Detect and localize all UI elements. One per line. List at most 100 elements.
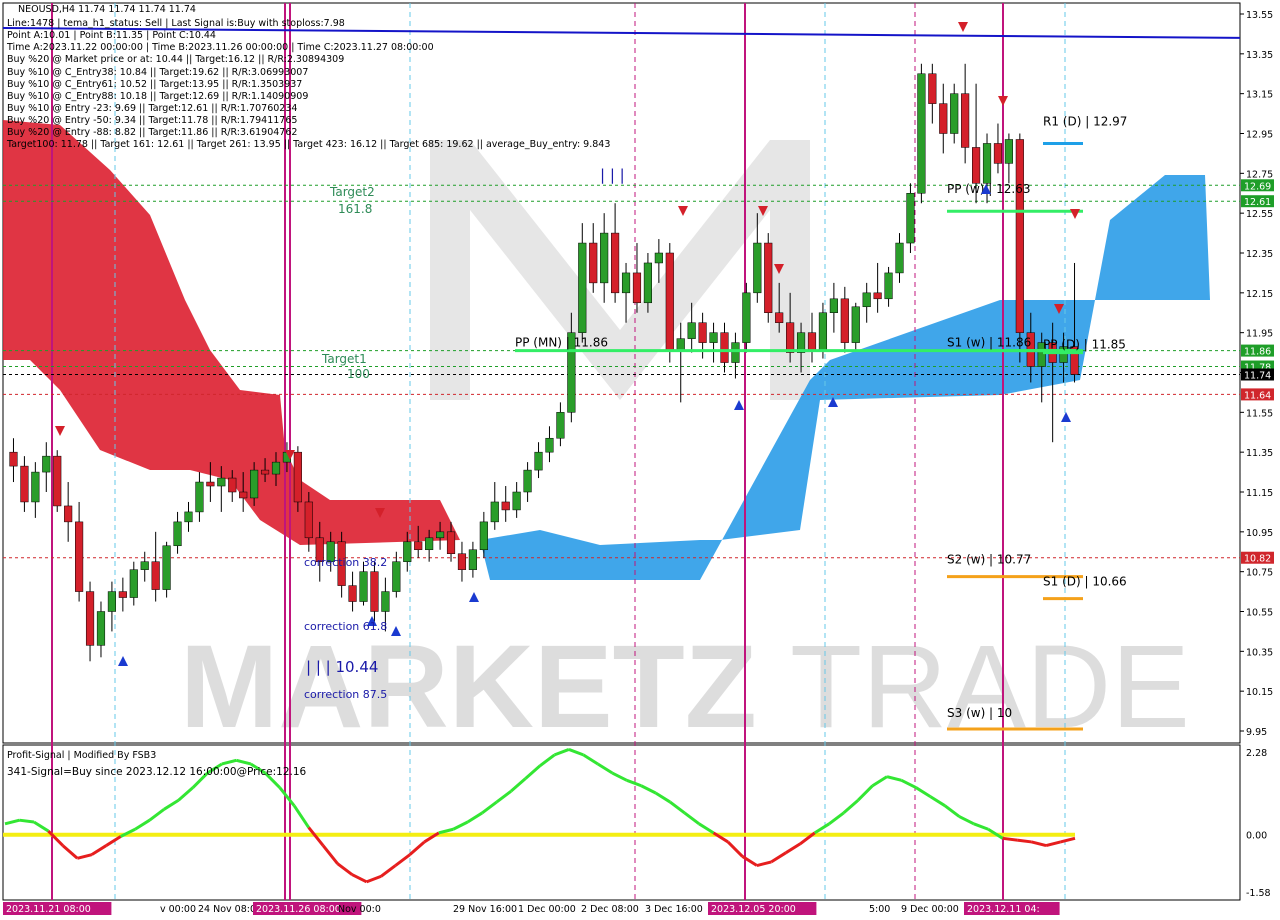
y-tick-label-13: 10.95 — [1246, 528, 1273, 539]
candle-83 — [917, 63, 926, 204]
y-tick-label-12: 11.15 — [1246, 488, 1273, 499]
candle-body — [96, 611, 106, 646]
indicator-tick-0: 2.28 — [1246, 748, 1267, 759]
candle-body — [611, 232, 620, 294]
y-tick-label-16: 10.35 — [1246, 647, 1273, 658]
annotation-target1: Target1 — [321, 352, 367, 366]
y-tick-label-5: 12.55 — [1246, 209, 1273, 220]
x-label-0: 2023.11.21 08:00 — [6, 904, 91, 915]
x-label-9: 2023.12.05 20:00 — [711, 904, 796, 915]
candle-body — [807, 332, 817, 351]
candle-body — [753, 242, 762, 294]
price-tag-label-2: 11.86 — [1244, 347, 1271, 358]
level-label-5: S2 (w) | 10.77 — [947, 553, 1031, 567]
candle-body — [589, 242, 598, 284]
x-label-10: 5:00 — [869, 904, 890, 915]
candle-body — [162, 545, 171, 590]
info-line-10: Buy %20 @ Entry -88: 8.82 || Target:11.8… — [7, 127, 297, 138]
candle-body — [468, 549, 477, 570]
candle-60 — [665, 243, 674, 363]
candle-body — [972, 147, 981, 184]
watermark-right: TRADE — [790, 621, 1190, 753]
y-tick-label-11: 11.35 — [1246, 448, 1273, 459]
y-tick-label-17: 10.15 — [1246, 687, 1273, 698]
indicator-subtitle: 341-Signal=Buy since 2023.12.12 16:00:00… — [7, 766, 307, 778]
candle-69 — [764, 233, 773, 323]
level-label-1: PP (w) | 12.63 — [947, 182, 1031, 196]
candle-body — [140, 561, 149, 570]
indicator-tick-1: 0.00 — [1246, 831, 1267, 842]
y-tick-label-4: 12.75 — [1246, 169, 1273, 180]
x-label-12: 2023.12.11 04: — [967, 904, 1040, 915]
candle-body — [950, 93, 959, 134]
candle-body — [228, 477, 237, 493]
candle-body — [206, 481, 215, 487]
candle-26 — [293, 446, 302, 512]
candle-body — [840, 298, 849, 343]
candle-body — [490, 501, 499, 523]
candle-body — [993, 143, 1003, 164]
y-tick-label-6: 12.35 — [1246, 249, 1273, 260]
candle-body — [786, 322, 795, 353]
info-line-9: Buy %20 @ Entry -50: 9.34 || Target:11.7… — [7, 115, 297, 126]
candle-14 — [162, 541, 171, 598]
candle-4 — [53, 450, 62, 512]
candle-body — [195, 481, 204, 513]
annotation-target2-value: 161.8 — [338, 202, 372, 216]
candle-body — [53, 455, 62, 507]
y-tick-label-7: 12.15 — [1246, 289, 1273, 300]
annotation-target2: Target2 — [329, 185, 375, 199]
candle-body — [512, 491, 521, 511]
info-line-8: Buy %10 @ Entry -23: 9.69 || Target:12.6… — [7, 103, 297, 114]
info-line-3: Time A:2023.11.22 00:00:00 | Time B:2023… — [6, 42, 434, 53]
candle-body — [118, 591, 127, 598]
annotation-correction-61: correction 61.8 — [304, 620, 387, 633]
candle-body — [731, 342, 740, 363]
candle-body — [64, 505, 73, 523]
annotation-bars-top: | | | — [600, 166, 625, 184]
candle-body — [446, 531, 456, 554]
candle-body — [271, 461, 281, 475]
candle-body — [687, 322, 696, 339]
candle-body — [392, 561, 401, 592]
candle-body — [85, 591, 95, 646]
info-line-1: Line:1478 | tema_h1_status: Sell | Last … — [7, 18, 345, 29]
price-chart[interactable]: MARKETZ TRADE R1 (D) | 12.97 PP (w) | 12.… — [0, 0, 1280, 920]
y-tick-label-14: 10.75 — [1246, 568, 1273, 579]
candle-body — [403, 541, 412, 562]
symbol-line: NEOUSD,H4 11.74 11.74 11.74 11.74 — [18, 4, 196, 15]
x-label-1: v 00:00 — [160, 904, 196, 915]
candle-body — [20, 465, 29, 503]
annotation-correction-38: correction 38.2 — [304, 556, 387, 569]
candle-92 — [1015, 133, 1024, 363]
candle-body — [370, 571, 379, 612]
candle-body — [359, 571, 368, 602]
candle-67 — [742, 282, 751, 353]
candle-body — [293, 451, 302, 503]
info-line-4: Buy %20 @ Market price or at: 10.44 || T… — [7, 54, 344, 65]
level-label-4: PP (D) | 11.85 — [1043, 338, 1126, 352]
price-tag-label-4: 11.74 — [1244, 370, 1271, 381]
annotation-point-c: | | | 10.44 — [306, 658, 378, 676]
x-label-7: 2 Dec 08:00 — [581, 904, 639, 915]
candle-body — [961, 93, 970, 148]
candle-body — [829, 298, 838, 313]
candle-body — [742, 292, 751, 343]
candle-body — [676, 338, 685, 351]
y-tick-label-10: 11.55 — [1246, 408, 1273, 419]
candle-body — [775, 312, 784, 323]
x-label-5: 29 Nov 16:00 — [453, 904, 517, 915]
info-line-2: Point A:10.01 | Point B:11.35 | Point C:… — [7, 30, 216, 41]
candle-body — [632, 272, 642, 304]
watermark-left: MARKETZ — [180, 621, 757, 753]
candle-body — [414, 541, 423, 551]
candle-body — [42, 455, 51, 473]
level-label-2: PP (MN) | 11.86 — [515, 336, 608, 350]
candle-body — [862, 292, 871, 308]
candle-body — [556, 412, 565, 439]
annotation-correction-87: correction 87.5 — [304, 688, 387, 701]
candle-body — [895, 242, 904, 274]
y-tick-label-1: 13.35 — [1246, 50, 1273, 61]
candle-body — [621, 272, 631, 294]
candle-body — [643, 262, 652, 304]
